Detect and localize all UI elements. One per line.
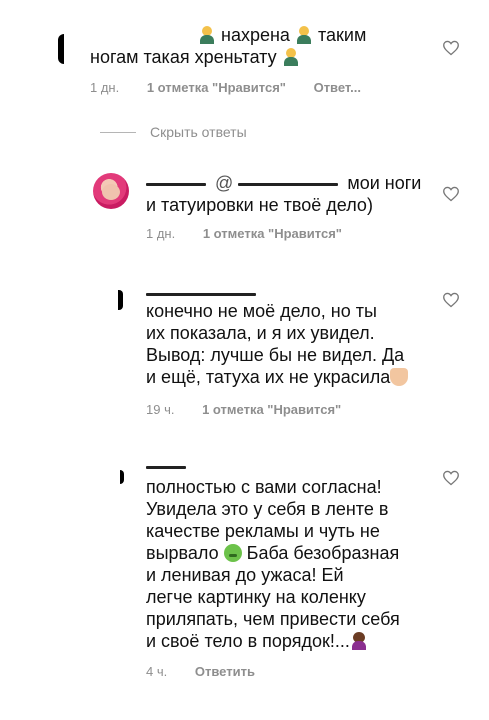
- redacted-mention: [238, 182, 339, 186]
- like-button[interactable]: [442, 186, 460, 202]
- like-button[interactable]: [442, 470, 460, 486]
- man-facepalming-emoji: [295, 26, 313, 44]
- comment-4-line-5: и ленивая до ужаса! Ей: [146, 565, 344, 585]
- comment-4-line-4: вырвало Баба безобразная: [146, 543, 400, 563]
- comment-4-meta: 4 ч. Ответить: [146, 664, 279, 679]
- comment-3-meta: 19 ч. 1 отметка "Нравится": [146, 402, 365, 417]
- comment-1-line-2: ногам такая хреньтату: [90, 46, 300, 68]
- comment-time: 19 ч.: [146, 402, 175, 417]
- comment-time: 1 дн.: [90, 80, 120, 95]
- heart-outline-icon: [443, 40, 459, 56]
- comment-3-line-1: конечно не моё дело, но ты: [146, 301, 377, 321]
- comment-1-line-1: нахрена таким: [198, 24, 366, 46]
- heart-outline-icon: [443, 292, 459, 308]
- redacted-username: [146, 465, 186, 469]
- hide-replies-button[interactable]: Скрыть ответы: [100, 124, 247, 140]
- redacted-username: [146, 182, 206, 186]
- comment-4-line-8: и своё тело в порядок!...: [146, 630, 368, 652]
- comment-4-line-1: полностью с вами согласна!: [146, 477, 382, 497]
- avatar-fragment: [120, 470, 124, 484]
- comment-3-line-2: их показала, и я их увидел.: [146, 323, 375, 343]
- divider-line: [100, 131, 136, 133]
- man-facepalming-emoji: [198, 26, 216, 44]
- comment-2-meta: 1 дн. 1 отметка "Нравится": [146, 226, 366, 241]
- comment-1-meta: 1 дн. 1 отметка "Нравится" Ответ...: [90, 80, 385, 95]
- man-facepalming-emoji: [282, 48, 300, 66]
- avatar-fragment: [118, 290, 123, 310]
- avatar[interactable]: [93, 173, 129, 209]
- heart-outline-icon: [443, 470, 459, 486]
- like-button[interactable]: [442, 292, 460, 308]
- likes-count-link[interactable]: 1 отметка "Нравится": [147, 80, 286, 95]
- comment-2-line-2: и татуировки не твоё дело): [146, 195, 373, 215]
- reply-link[interactable]: Ответить: [195, 664, 255, 679]
- thumbs-down-emoji: [390, 368, 409, 386]
- likes-count-link[interactable]: 1 отметка "Нравится": [202, 402, 341, 417]
- avatar-fragment: [58, 34, 64, 64]
- heart-outline-icon: [443, 186, 459, 202]
- mention-handle[interactable]: @: [215, 173, 233, 193]
- reply-link[interactable]: Ответ...: [314, 80, 361, 95]
- woman-shrugging-emoji: [350, 632, 368, 650]
- likes-count-link[interactable]: 1 отметка "Нравится": [203, 226, 342, 241]
- comment-4-line-7: приляпать, чем привести себя: [146, 609, 400, 629]
- nauseated-face-emoji: [223, 544, 242, 562]
- comment-3-line-3: Вывод: лучше бы не видел. Да: [146, 345, 405, 365]
- comment-time: 1 дн.: [146, 226, 176, 241]
- comment-2-line-1: @ мои ноги: [146, 172, 421, 194]
- hide-replies-label: Скрыть ответы: [150, 124, 247, 140]
- comment-4-line-3: качестве рекламы и чуть не: [146, 521, 380, 541]
- like-button[interactable]: [442, 40, 460, 56]
- comment-3-line-4: и ещё, татуха их не украсила: [146, 366, 409, 388]
- redacted-username: [146, 292, 256, 296]
- comment-time: 4 ч.: [146, 664, 168, 679]
- comment-4-line-2: Увидела это у себя в ленте в: [146, 499, 389, 519]
- comment-4-line-6: легче картинку на коленку: [146, 587, 366, 607]
- comment-4-username: [146, 455, 190, 477]
